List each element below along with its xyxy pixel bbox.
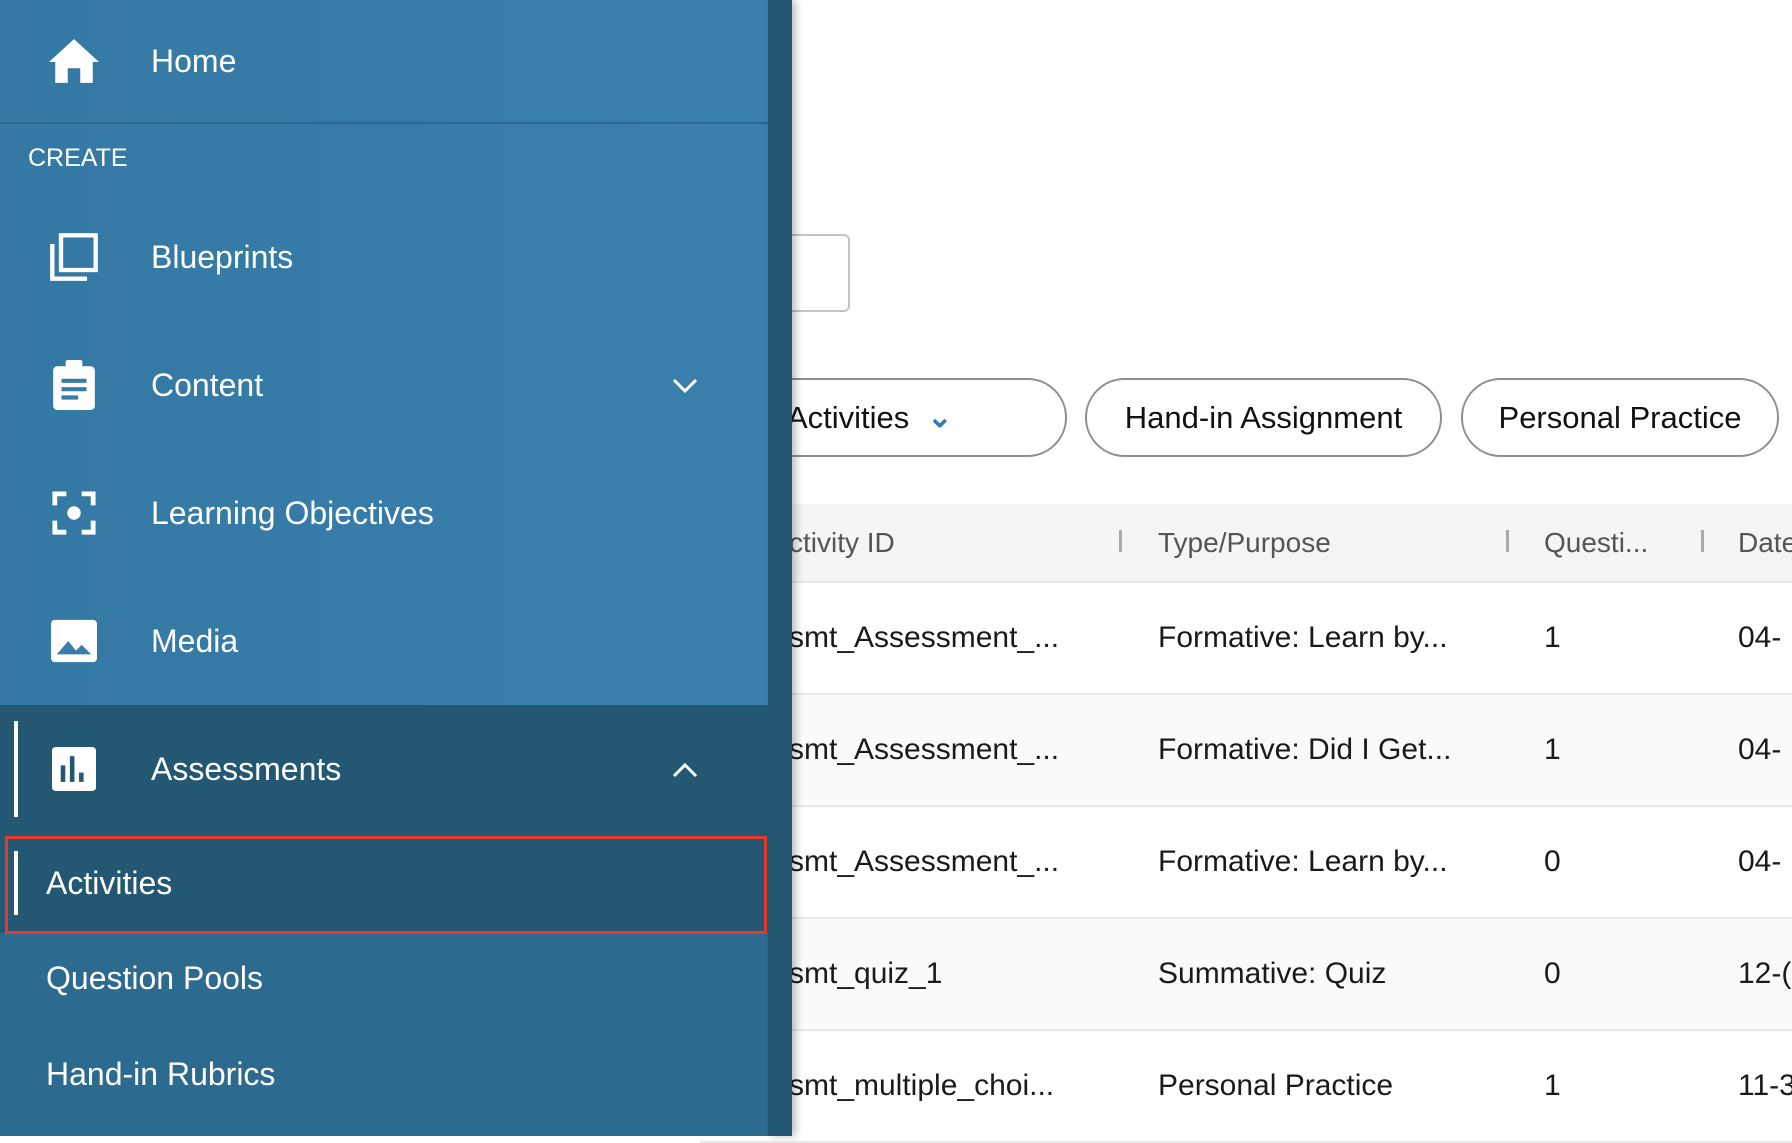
table-cell: 0: [1544, 845, 1561, 878]
table-row[interactable]: smt_Assessment_... Formative: Did I Get..…: [700, 695, 1792, 807]
sidebar-edge: [768, 0, 792, 1136]
chevron-up-icon[interactable]: [672, 753, 698, 785]
chevron-down-icon[interactable]: [672, 369, 698, 401]
sidebar-item-label: Question Pools: [46, 959, 264, 996]
sidebar-item-media[interactable]: Media: [0, 598, 768, 684]
column-resize-handle[interactable]: [1119, 530, 1122, 552]
table-cell: 1: [1544, 733, 1561, 766]
filter-chip-personal-practice[interactable]: Personal Practice: [1461, 378, 1779, 457]
sidebar-subitem-hand-in-rubrics[interactable]: Hand-in Rubrics: [0, 1026, 768, 1122]
sidebar-subitem-activities[interactable]: Activities: [0, 833, 768, 934]
table-cell: Formative: Learn by...: [1158, 845, 1448, 878]
table-cell: smt_quiz_1: [789, 957, 943, 990]
sidebar-item-label: Media: [151, 622, 239, 659]
column-questions[interactable]: Questi...: [1544, 504, 1648, 581]
table-cell: 1: [1544, 621, 1561, 654]
table-header: ctivity ID Type/Purpose Questi... Date: [700, 504, 1792, 583]
chip-label: Hand-in Assignment: [1124, 399, 1403, 435]
clipboard-icon: [48, 359, 100, 411]
table-cell: 0: [1544, 957, 1561, 990]
column-resize-handle[interactable]: [1506, 530, 1509, 552]
column-resize-handle[interactable]: [1701, 530, 1704, 552]
chevron-down-icon: ⌄: [927, 401, 953, 434]
sidebar-item-label: Hand-in Rubrics: [46, 1055, 276, 1092]
sidebar-item-learning-objectives[interactable]: Learning Objectives: [0, 470, 768, 556]
sidebar-item-label: Activities: [46, 864, 173, 901]
table-cell: smt_Assessment_...: [789, 845, 1060, 878]
table-row[interactable]: smt_Assessment_... Formative: Learn by...…: [700, 583, 1792, 695]
image-icon: [48, 615, 100, 667]
blueprints-icon: [48, 231, 100, 283]
home-icon: [48, 35, 100, 87]
column-type[interactable]: Type/Purpose: [1158, 504, 1331, 581]
sidebar-item-blueprints[interactable]: Blueprints: [0, 214, 768, 300]
focus-target-icon: [48, 487, 100, 539]
table-cell: Personal Practice: [1158, 1069, 1394, 1102]
table-cell: 11-3: [1738, 1069, 1792, 1102]
sidebar-item-label: Learning Objectives: [151, 494, 434, 531]
section-label-create: CREATE: [28, 144, 128, 172]
column-activity-id[interactable]: ctivity ID: [789, 504, 895, 581]
bar-chart-icon: [48, 743, 100, 795]
sidebar-item-label: Assessments: [151, 750, 342, 787]
table-cell: 04-: [1738, 733, 1782, 766]
table-cell: smt_Assessment_...: [789, 733, 1060, 766]
sidebar-item-home[interactable]: Home: [0, 0, 768, 124]
table-row[interactable]: smt_multiple_choi... Personal Practice 1 11…: [700, 1031, 1792, 1143]
sidebar: Home CREATE Blueprints Content Learning …: [0, 0, 768, 1136]
table-cell: 1: [1544, 1069, 1561, 1102]
table-cell: Summative: Quiz: [1158, 957, 1387, 990]
sidebar-item-label: Content: [151, 366, 264, 403]
sidebar-item-content[interactable]: Content: [0, 342, 768, 428]
sidebar-subitem-question-pools[interactable]: Question Pools: [0, 930, 768, 1026]
table-cell: 04-: [1738, 845, 1782, 878]
chip-label: Personal Practice: [1498, 399, 1742, 435]
sidebar-item-label: Blueprints: [151, 238, 294, 275]
table-cell: smt_multiple_choi...: [789, 1069, 1055, 1102]
filter-chip-hand-in[interactable]: Hand-in Assignment: [1085, 378, 1442, 457]
table-row[interactable]: smt_quiz_1 Summative: Quiz 0 12-(: [700, 919, 1792, 1031]
table-cell: 12-(: [1738, 957, 1792, 990]
table-cell: Formative: Learn by...: [1158, 621, 1448, 654]
table-row[interactable]: smt_Assessment_... Formative: Learn by...…: [700, 807, 1792, 919]
active-indicator: [14, 721, 18, 817]
table-cell: smt_Assessment_...: [789, 621, 1060, 654]
sidebar-item-label: Home: [151, 42, 237, 79]
table-cell: 04-: [1738, 621, 1782, 654]
column-date[interactable]: Date: [1738, 504, 1792, 581]
sidebar-item-assessments[interactable]: Assessments: [0, 705, 768, 833]
table-cell: Formative: Did I Get...: [1158, 733, 1452, 766]
active-indicator: [14, 851, 18, 915]
